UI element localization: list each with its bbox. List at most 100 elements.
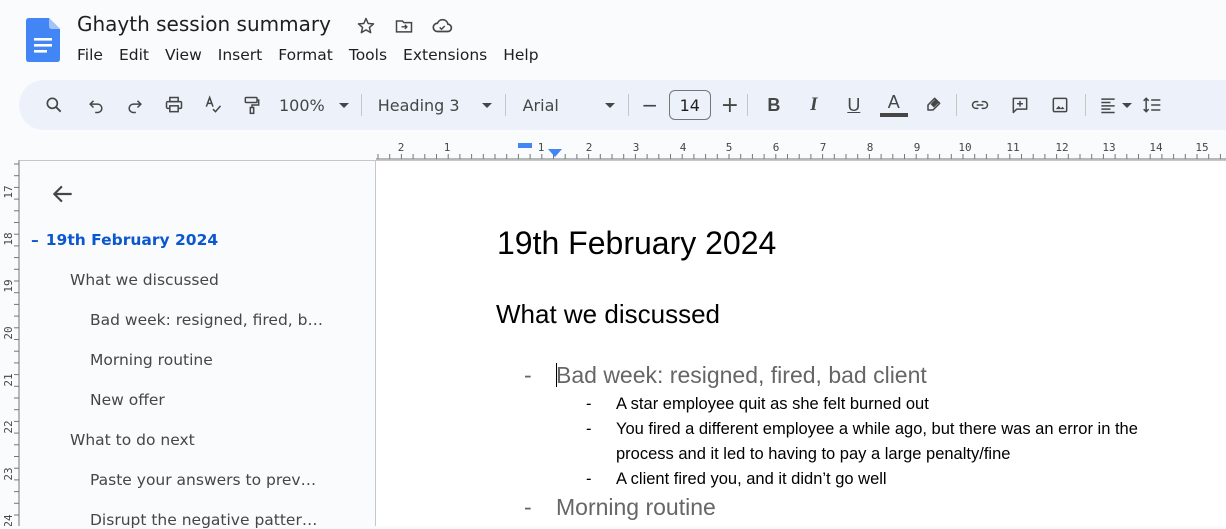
menu-file[interactable]: File bbox=[77, 46, 103, 64]
outline-item-label: 19th February 2024 bbox=[45, 231, 219, 249]
menu-view[interactable]: View bbox=[165, 46, 202, 64]
list-item-level-2[interactable]: A client fired you, and it didn’t go wel… bbox=[616, 467, 887, 492]
ruler-label: 6 bbox=[773, 141, 780, 154]
list-item-text: Bad week: resigned, fired, bad client bbox=[556, 362, 927, 388]
paragraph-style-select[interactable]: Heading 3 bbox=[378, 89, 492, 121]
ruler-label: 11 bbox=[1006, 141, 1019, 154]
docs-logo-icon[interactable] bbox=[26, 18, 60, 62]
highlight-color-icon[interactable] bbox=[922, 89, 944, 121]
document-page[interactable]: 19th February 2024 What we discussed - B… bbox=[376, 160, 1226, 526]
menu-format[interactable]: Format bbox=[278, 46, 333, 64]
chevron-down-icon bbox=[604, 102, 615, 108]
ruler-label: 22 bbox=[2, 420, 15, 433]
ruler-label: 4 bbox=[680, 141, 687, 154]
first-line-indent-marker bbox=[518, 143, 532, 148]
menu-insert[interactable]: Insert bbox=[218, 46, 262, 64]
document-title[interactable]: Ghayth session summary bbox=[77, 12, 331, 36]
menu-help[interactable]: Help bbox=[503, 46, 538, 64]
underline-button[interactable]: U bbox=[842, 89, 866, 121]
outline-item-paste-your-answers[interactable]: Paste your answers to prev… bbox=[90, 471, 316, 489]
outline-item-morning-routine[interactable]: Morning routine bbox=[90, 351, 213, 369]
search-menus-icon[interactable] bbox=[43, 89, 65, 121]
font-size-input[interactable]: 14 bbox=[668, 90, 711, 120]
outline-item-19th-february-2024[interactable]: –19th February 2024 bbox=[31, 231, 218, 249]
back-arrow-icon[interactable] bbox=[50, 181, 76, 207]
decrease-font-size-button[interactable]: − bbox=[639, 89, 661, 121]
ruler-label: 19 bbox=[2, 279, 15, 292]
insert-image-icon[interactable] bbox=[1049, 89, 1071, 121]
menu-extensions[interactable]: Extensions bbox=[403, 46, 487, 64]
toolbar-divider bbox=[1084, 94, 1086, 116]
paint-format-icon[interactable] bbox=[241, 89, 263, 121]
ruler-label: 12 bbox=[1055, 141, 1068, 154]
collapse-icon[interactable]: – bbox=[31, 231, 39, 249]
ruler-label: 21 bbox=[2, 373, 15, 386]
ruler-label: 2 bbox=[398, 141, 405, 154]
toolbar-divider bbox=[504, 94, 506, 116]
ruler-label: 20 bbox=[2, 326, 15, 339]
text-color-button[interactable]: A bbox=[879, 89, 908, 121]
bold-button[interactable]: B bbox=[762, 89, 786, 121]
list-item-level-2-continuation[interactable]: process and it led to having to pay a la… bbox=[616, 442, 1010, 467]
ruler-label: 18 bbox=[2, 232, 15, 245]
vertical-ruler[interactable]: 17 18 19 20 21 22 23 24 bbox=[0, 160, 20, 526]
toolbar: 100% Heading 3 Arial − 14 + B I U A bbox=[19, 80, 1226, 130]
ruler-label: 1 bbox=[444, 141, 451, 154]
insert-link-icon[interactable] bbox=[969, 89, 991, 121]
left-indent-marker bbox=[548, 149, 562, 157]
add-comment-icon[interactable] bbox=[1009, 89, 1031, 121]
document-outline-panel: –19th February 2024 What we discussed Ba… bbox=[20, 160, 376, 529]
chevron-down-icon bbox=[481, 102, 492, 108]
toolbar-divider bbox=[955, 94, 957, 116]
move-to-folder-icon[interactable] bbox=[393, 15, 415, 37]
outline-item-new-offer[interactable]: New offer bbox=[90, 391, 165, 409]
document-heading-1[interactable]: 19th February 2024 bbox=[497, 225, 776, 262]
cloud-saved-icon[interactable] bbox=[431, 15, 453, 37]
ruler-label: 24 bbox=[2, 514, 15, 526]
outline-item-bad-week[interactable]: Bad week: resigned, fired, b… bbox=[90, 311, 323, 329]
list-item-level-1[interactable]: Morning routine bbox=[556, 494, 716, 521]
align-select[interactable] bbox=[1096, 89, 1134, 121]
menu-tools[interactable]: Tools bbox=[349, 46, 387, 64]
list-bullet: - bbox=[586, 395, 592, 413]
font-family-value: Arial bbox=[522, 95, 559, 115]
ruler-label: 17 bbox=[2, 185, 15, 198]
horizontal-ruler[interactable]: 2 1 1 2 3 4 5 6 7 8 9 10 11 12 13 14 15 bbox=[376, 140, 1226, 160]
font-family-select[interactable]: Arial bbox=[523, 89, 615, 121]
top-bar: Ghayth session summary File Edit View In… bbox=[0, 0, 1226, 80]
text-color-swatch bbox=[879, 113, 908, 117]
document-heading-2[interactable]: What we discussed bbox=[496, 299, 720, 330]
toolbar-divider bbox=[746, 94, 748, 116]
ruler-label: 8 bbox=[867, 141, 874, 154]
italic-button[interactable]: I bbox=[802, 89, 826, 121]
chevron-down-icon bbox=[1121, 102, 1132, 108]
outline-item-what-we-discussed[interactable]: What we discussed bbox=[70, 271, 219, 289]
outline-item-what-to-do-next[interactable]: What to do next bbox=[70, 431, 195, 449]
paragraph-style-value: Heading 3 bbox=[377, 95, 460, 115]
zoom-value: 100% bbox=[279, 95, 325, 115]
list-item-level-1[interactable]: Bad week: resigned, fired, bad client bbox=[556, 362, 927, 389]
ruler-label: 1 bbox=[538, 141, 545, 154]
ruler-label: 15 bbox=[1195, 141, 1208, 154]
toolbar-divider bbox=[360, 94, 362, 116]
print-icon[interactable] bbox=[163, 89, 185, 121]
undo-icon[interactable] bbox=[85, 89, 107, 121]
text-color-label: A bbox=[887, 92, 900, 112]
redo-icon[interactable] bbox=[124, 89, 146, 121]
ruler-label: 7 bbox=[820, 141, 827, 154]
ruler-label: 10 bbox=[958, 141, 971, 154]
outline-item-disrupt-the-negative-pattern[interactable]: Disrupt the negative patter… bbox=[90, 511, 317, 529]
list-item-level-2[interactable]: A star employee quit as she felt burned … bbox=[616, 392, 929, 417]
menu-edit[interactable]: Edit bbox=[119, 46, 149, 64]
zoom-select[interactable]: 100% bbox=[279, 89, 349, 121]
list-item-level-2[interactable]: You fired a different employee a while a… bbox=[616, 417, 1138, 442]
ruler-label: 13 bbox=[1102, 141, 1115, 154]
chevron-down-icon bbox=[338, 102, 349, 108]
increase-font-size-button[interactable]: + bbox=[719, 89, 741, 121]
ruler-label: 3 bbox=[633, 141, 640, 154]
toolbar-divider bbox=[627, 94, 629, 116]
line-spacing-icon[interactable] bbox=[1140, 89, 1164, 121]
star-icon[interactable] bbox=[355, 15, 377, 37]
spellcheck-icon[interactable] bbox=[202, 89, 224, 121]
ruler-label: 9 bbox=[914, 141, 921, 154]
